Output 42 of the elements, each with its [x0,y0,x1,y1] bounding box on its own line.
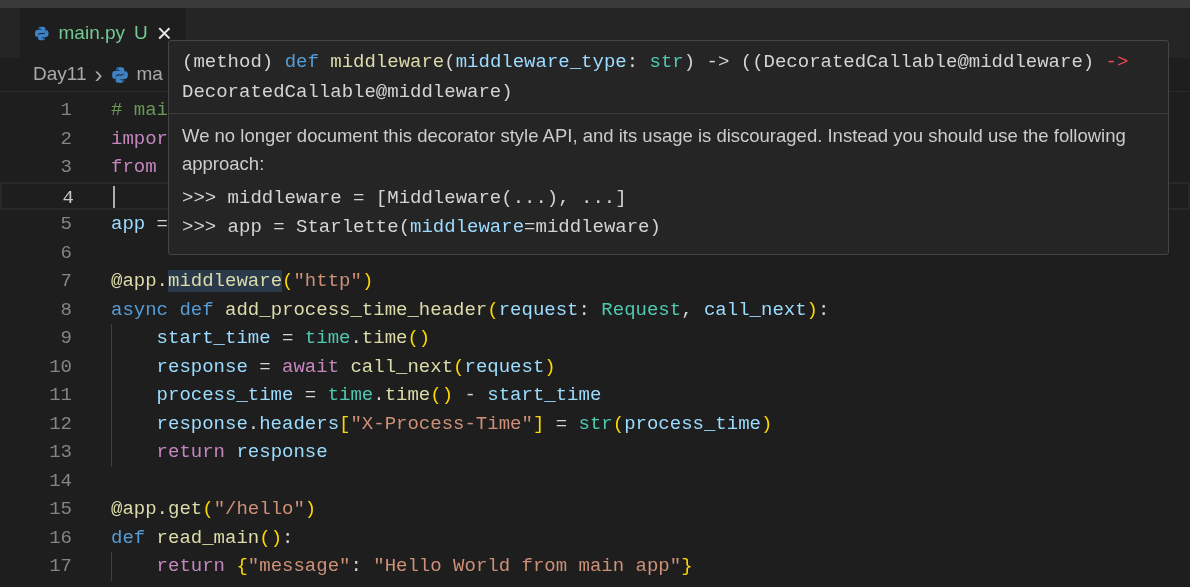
code-line: @app.middleware("http") [111,269,374,294]
code-line: return {"message": "Hello World from main app"} [111,552,693,581]
code-line: def read_main(): [111,525,294,551]
breadcrumb-item[interactable]: ma [136,60,163,89]
code-line: @app.get("/hello") [111,497,317,522]
file-tab[interactable]: main.py U × [20,8,186,58]
line-number: 11 [48,383,72,408]
code-line: app = [111,212,169,237]
line-number: 17 [48,554,72,579]
line-number: 16 [48,525,72,551]
line-number: 3 [59,155,72,180]
code-example: >>> app = Starlette(middleware=middleware) [182,215,662,240]
line-number: 7 [59,269,72,294]
code-line: impor [111,126,168,152]
code-line: start_time = time.time() [111,324,431,353]
line-number: 8 [59,297,72,323]
line-number: 6 [59,240,72,266]
line-number: 2 [59,126,72,152]
git-status-label: U [134,20,148,45]
line-number: 14 [48,468,72,494]
code-line: async def add_process_time_header(request: Request, call_next): [111,297,830,323]
close-icon[interactable]: × [156,20,172,46]
code-line: response = await call_next(request) [111,352,556,381]
code-line: response.headers["X-Process-Time"] = str(process_time) [111,409,773,438]
line-number: 15 [48,497,72,522]
chevron-icon: › [94,56,103,93]
breadcrumb-item[interactable]: Day11 [33,60,87,89]
code-line: # mai [111,98,168,123]
line-number: 5 [59,212,72,237]
code-line: from [111,155,157,180]
code-line: return response [111,438,328,467]
code-line: process_time = time.time() - start_time [111,381,602,410]
line-number: 9 [59,326,72,351]
line-number: 1 [59,98,72,123]
description-text: We no longer document this decorator style API, and its usage is discouraged. Instead you should use the following approach: [182,124,1127,176]
code-example: >>> middleware = [Middleware(...), ...] [182,186,628,211]
line-number: 13 [48,440,72,465]
python-file-icon [110,65,129,84]
line-number: 12 [48,411,72,437]
signature-line: DecoratedCallable@middleware) [182,80,514,105]
line-number: 10 [48,354,72,380]
line-number: 4 [61,185,74,208]
